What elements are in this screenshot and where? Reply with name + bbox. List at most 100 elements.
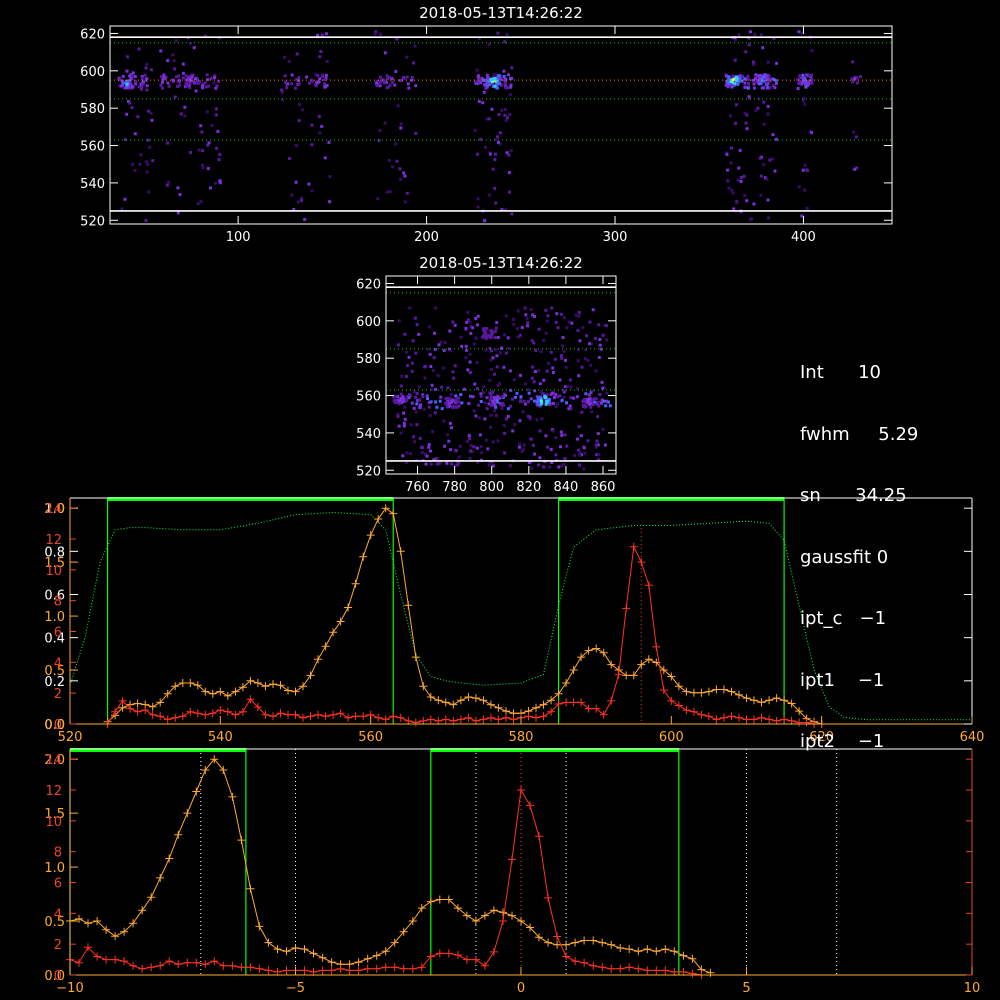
point-4-1-46 bbox=[480, 961, 489, 970]
y-red-tick-label-4-3: 6 bbox=[54, 877, 62, 892]
point-3-2-22 bbox=[269, 712, 277, 721]
point-3-2-73 bbox=[652, 642, 661, 651]
heatmap-pixels-2 bbox=[392, 306, 612, 471]
point-3-1-34 bbox=[359, 552, 368, 561]
point-4-1-64 bbox=[643, 966, 652, 975]
point-3-2-17 bbox=[231, 710, 240, 719]
point-3-2-48 bbox=[464, 713, 473, 722]
heatmap-column-6 bbox=[796, 30, 814, 218]
point-4-1-33 bbox=[363, 964, 372, 973]
point-4-0-33 bbox=[363, 954, 372, 963]
point-3-1-38 bbox=[389, 509, 398, 518]
y-yellow-tick-label-4-2: 1.0 bbox=[44, 861, 65, 876]
point-3-2-41 bbox=[411, 718, 420, 727]
point-4-1-35 bbox=[381, 963, 390, 972]
point-4-1-42 bbox=[444, 949, 453, 958]
point-3-1-46 bbox=[449, 700, 458, 709]
point-4-1-69 bbox=[688, 969, 697, 978]
point-3-2-72 bbox=[644, 581, 653, 590]
point-3-2-84 bbox=[735, 713, 743, 722]
point-3-1-42 bbox=[419, 682, 428, 691]
point-3-1-27 bbox=[306, 671, 315, 680]
point-3-1-41 bbox=[411, 653, 420, 662]
point-3-1-65 bbox=[592, 644, 601, 653]
point-3-2-75 bbox=[667, 696, 676, 705]
point-4-0-9 bbox=[147, 893, 156, 902]
series-3-1 bbox=[103, 504, 826, 728]
point-3-2-13 bbox=[201, 710, 210, 719]
point-3-1-39 bbox=[396, 547, 405, 556]
y-red-tick-label-4-0: 0 bbox=[54, 969, 62, 984]
info-row-fwhm: fwhm 5.29 bbox=[800, 423, 919, 445]
point-4-1-47 bbox=[489, 947, 498, 956]
point-4-1-60 bbox=[607, 964, 616, 973]
point-4-0-14 bbox=[192, 787, 201, 796]
info-row-gaussfit: gaussfit 0 bbox=[800, 546, 889, 568]
point-4-1-21 bbox=[255, 964, 264, 973]
point-3-1-80 bbox=[704, 687, 713, 696]
point-4-1-8 bbox=[138, 964, 147, 973]
point-3-2-83 bbox=[727, 712, 736, 721]
point-4-0-32 bbox=[354, 958, 363, 967]
point-4-1-41 bbox=[435, 949, 444, 958]
point-4-1-10 bbox=[156, 961, 165, 970]
point-3-2-79 bbox=[697, 710, 706, 719]
point-3-2-38 bbox=[389, 712, 398, 721]
point-4-1-51 bbox=[526, 801, 534, 810]
point-4-0-21 bbox=[255, 922, 264, 931]
point-4-1-65 bbox=[652, 966, 661, 975]
point-4-0-26 bbox=[300, 945, 309, 954]
point-3-1-25 bbox=[291, 687, 300, 696]
heatmap-x-tick-label-3: 820 bbox=[516, 480, 541, 495]
point-4-1-55 bbox=[562, 952, 571, 961]
point-4-0-64 bbox=[643, 945, 652, 954]
point-3-1-24 bbox=[284, 686, 292, 695]
series-line-4-0 bbox=[69, 758, 711, 974]
point-3-1-50 bbox=[479, 696, 488, 705]
point-3-2-8 bbox=[163, 715, 172, 724]
velocity-panel: −10 −5 0 5 100.00.51.01.52.002468101214 bbox=[44, 748, 980, 996]
y-red-tick-label-3-2: 4 bbox=[54, 656, 62, 671]
heatmap-x-tick-label-1: 780 bbox=[442, 480, 467, 495]
point-4-1-1 bbox=[75, 958, 83, 967]
x-tick-label-3-6: 640 bbox=[960, 730, 985, 745]
info-row-sn: sn 34.25 bbox=[800, 485, 907, 506]
point-4-1-24 bbox=[282, 966, 291, 975]
point-3-1-6 bbox=[148, 702, 157, 711]
point-4-0-55 bbox=[562, 940, 571, 949]
heatmap-x-tick-label-4: 840 bbox=[554, 480, 579, 495]
point-4-1-59 bbox=[598, 963, 607, 972]
point-3-1-58 bbox=[539, 700, 548, 709]
point-3-1-32 bbox=[344, 603, 353, 612]
point-3-2-30 bbox=[329, 710, 338, 719]
series-line-4-1 bbox=[69, 788, 702, 976]
point-4-0-50 bbox=[517, 917, 525, 925]
window-4-1 bbox=[430, 748, 680, 975]
point-3-2-82 bbox=[719, 713, 728, 722]
point-3-1-89 bbox=[772, 694, 781, 703]
heatmap-y-tick-label-1: 540 bbox=[356, 427, 381, 442]
point-4-1-44 bbox=[462, 955, 471, 964]
point-3-2-45 bbox=[441, 715, 450, 724]
point-3-2-67 bbox=[607, 696, 616, 705]
heatmap-y-tick-label-0: 520 bbox=[80, 214, 105, 229]
point-3-1-61 bbox=[562, 679, 571, 687]
point-3-1-69 bbox=[622, 671, 631, 680]
point-3-2-16 bbox=[223, 707, 232, 716]
point-4-0-18 bbox=[228, 792, 237, 801]
point-3-1-62 bbox=[569, 666, 578, 674]
point-4-0-46 bbox=[480, 911, 489, 920]
point-4-0-2 bbox=[84, 919, 92, 928]
point-3-2-5 bbox=[141, 706, 150, 715]
heatmap-column-3 bbox=[373, 30, 418, 204]
heatmap-x-tick-label-0: 100 bbox=[226, 230, 251, 245]
top-heatmap-panel: 2018-05-13T14:26:22 100 200 300 400 520 540 560… bbox=[80, 4, 893, 245]
point-4-0-34 bbox=[372, 951, 381, 960]
point-4-1-62 bbox=[625, 963, 634, 972]
heatmap-y-tick-label-4: 600 bbox=[80, 65, 105, 80]
point-3-2-12 bbox=[193, 709, 202, 718]
y-red-tick-label-4-1: 2 bbox=[54, 938, 62, 953]
point-3-2-54 bbox=[509, 715, 518, 724]
heatmap-title-1: 2018-05-13T14:26:22 bbox=[419, 4, 583, 22]
point-4-1-58 bbox=[589, 961, 598, 970]
